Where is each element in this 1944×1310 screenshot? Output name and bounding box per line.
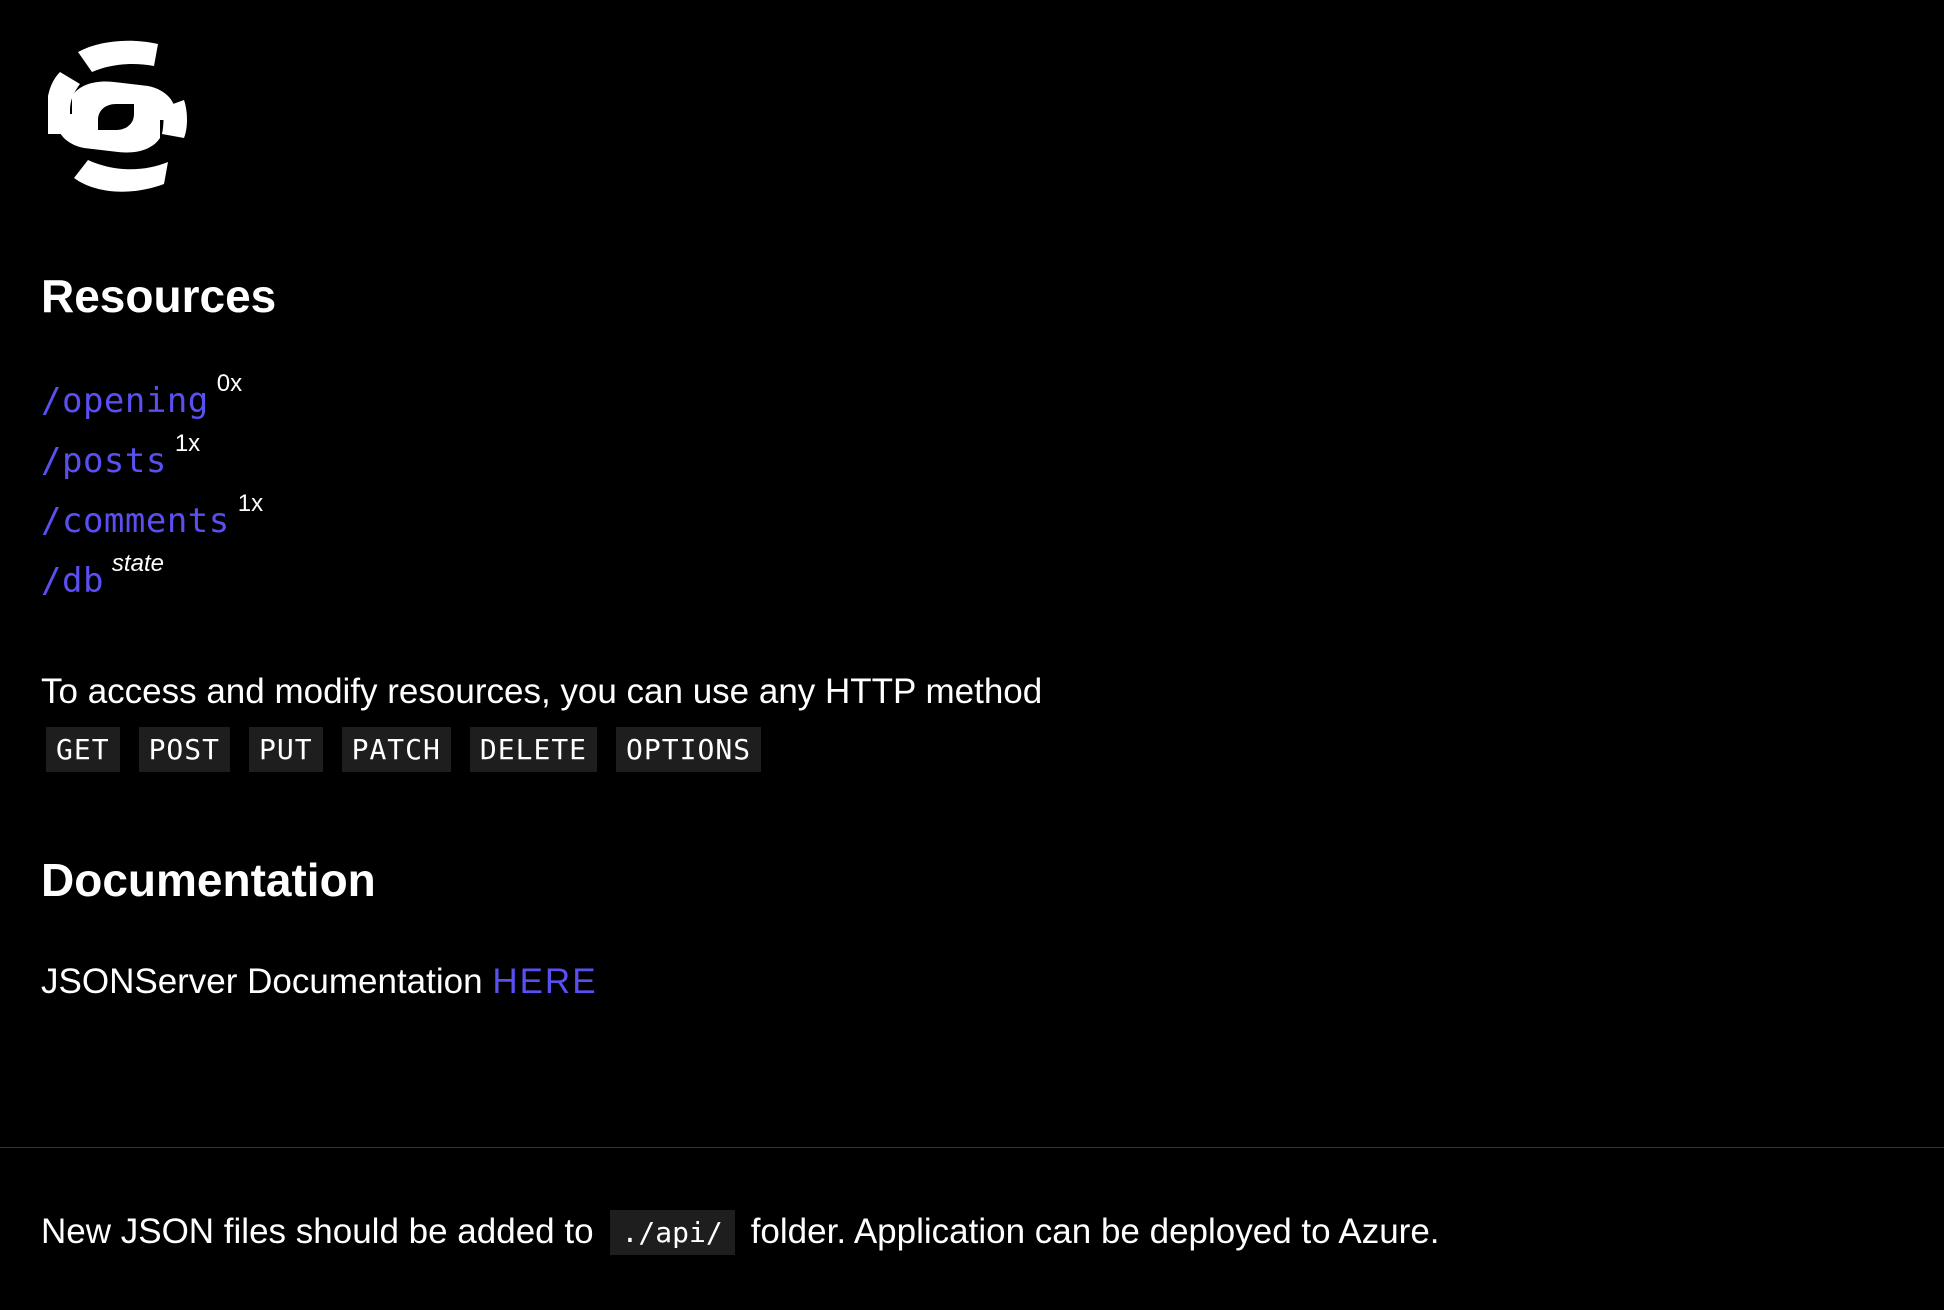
http-methods-intro: To access and modify resources, you can … bbox=[41, 672, 1043, 711]
api-folder-code: ./api/ bbox=[609, 1209, 735, 1255]
resource-link-comments[interactable]: /comments bbox=[41, 498, 230, 544]
resource-count: 0x bbox=[216, 370, 243, 397]
resource-link-opening[interactable]: /opening bbox=[41, 378, 209, 424]
method-badge-patch: PATCH bbox=[341, 727, 451, 772]
method-badge-post: POST bbox=[138, 727, 231, 772]
documentation-heading: Documentation bbox=[41, 854, 376, 906]
method-badge-options: OPTIONS bbox=[616, 727, 762, 772]
list-item: /db state bbox=[41, 552, 263, 618]
resource-list: /opening 0x /posts 1x /comments 1x /db s… bbox=[41, 372, 263, 618]
method-badge-get: GET bbox=[46, 727, 120, 772]
resources-heading: Resources bbox=[41, 270, 277, 322]
footer-text-after: folder. Application can be deployed to A… bbox=[750, 1212, 1440, 1251]
footer-text-before: New JSON files should be added to bbox=[41, 1212, 594, 1251]
documentation-text: JSONServer Documentation bbox=[41, 962, 483, 1001]
documentation-link[interactable]: HERE bbox=[492, 962, 597, 1001]
resource-count: 1x bbox=[174, 430, 201, 457]
resource-link-db[interactable]: /db bbox=[41, 558, 104, 604]
http-methods-list: GET POST PUT PATCH DELETE OPTIONS bbox=[46, 727, 780, 772]
documentation-line: JSONServer Documentation HERE bbox=[41, 957, 598, 1007]
footer-note: New JSON files should be added to ./api/… bbox=[41, 1209, 1440, 1255]
json-server-logo-icon bbox=[48, 40, 187, 192]
list-item: /posts 1x bbox=[41, 432, 263, 498]
footer-divider bbox=[0, 1147, 1944, 1148]
resource-state-label: state bbox=[111, 550, 164, 577]
resource-link-posts[interactable]: /posts bbox=[41, 438, 167, 484]
resource-count: 1x bbox=[237, 490, 264, 517]
method-badge-delete: DELETE bbox=[469, 727, 598, 772]
list-item: /opening 0x bbox=[41, 372, 263, 438]
method-badge-put: PUT bbox=[249, 727, 323, 772]
list-item: /comments 1x bbox=[41, 492, 263, 558]
